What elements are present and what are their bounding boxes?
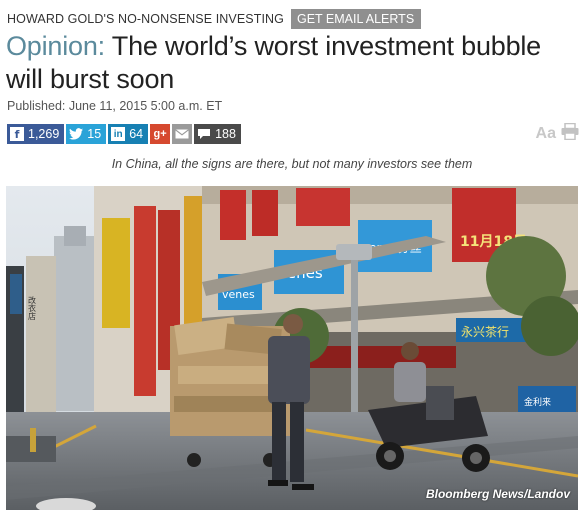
facebook-icon: f	[10, 127, 24, 141]
google-plus-share-button[interactable]: g+	[150, 124, 171, 144]
font-size-toggle[interactable]: Aa	[536, 125, 556, 143]
linkedin-icon: in	[111, 127, 126, 141]
email-share-button[interactable]	[172, 124, 193, 144]
get-email-alerts-button[interactable]: GET EMAIL ALERTS	[290, 9, 422, 29]
linkedin-share-count: 64	[129, 127, 144, 141]
published-dateline: Published: June 11, 2015 5:00 a.m. ET	[7, 99, 223, 113]
twitter-share-count: 15	[87, 127, 102, 141]
envelope-icon	[175, 127, 189, 141]
comments-count: 188	[215, 127, 236, 141]
speech-bubble-icon	[197, 127, 211, 141]
street-sign-text: 金利来	[524, 396, 551, 408]
linkedin-share-button[interactable]: in 64	[108, 124, 149, 144]
article-tools: Aa	[536, 122, 579, 145]
article-photo: 改衣店 11月18日 venes venes venes芬丝 永兴茶行 金利来	[6, 186, 578, 510]
share-bar: f 1,269 15 in 64 g+ 188	[7, 124, 241, 144]
google-plus-icon: g+	[153, 128, 167, 140]
article-headline: Opinion: The world’s worst investment bu…	[6, 30, 566, 96]
photo-credit: Bloomberg News/Landov	[425, 487, 570, 501]
street-scene-image: 改衣店 11月18日 venes venes venes芬丝 永兴茶行 金利来	[6, 186, 578, 510]
headline-section-label[interactable]: Opinion:	[6, 31, 105, 61]
facebook-share-button[interactable]: f 1,269	[7, 124, 65, 144]
print-icon[interactable]	[561, 122, 579, 145]
column-header: HOWARD GOLD'S NO-NONSENSE INVESTING GET …	[7, 9, 422, 29]
column-kicker[interactable]: HOWARD GOLD'S NO-NONSENSE INVESTING	[7, 12, 284, 26]
twitter-icon	[69, 127, 84, 141]
twitter-share-button[interactable]: 15	[66, 124, 107, 144]
article-subhead: In China, all the signs are there, but n…	[111, 157, 473, 171]
comments-button[interactable]: 188	[194, 124, 241, 144]
left-sign-text: 改衣店	[28, 295, 37, 321]
shop-sign-text: 永兴茶行	[461, 324, 509, 339]
facebook-share-count: 1,269	[28, 127, 60, 141]
